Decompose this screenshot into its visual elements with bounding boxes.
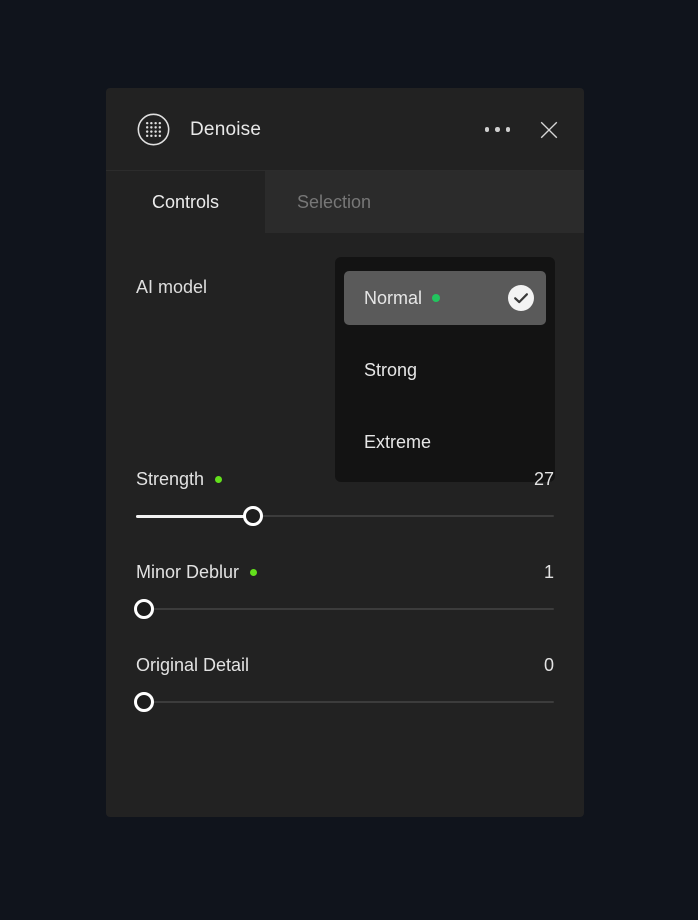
slider-original-detail-track-area[interactable] — [136, 692, 554, 712]
slider-original-detail: Original Detail 0 — [106, 655, 584, 712]
slider-strength-value: 27 — [534, 469, 554, 490]
status-dot — [250, 569, 257, 576]
tab-selection-label: Selection — [297, 192, 371, 213]
ai-model-row: AI model Normal Strong E — [106, 233, 584, 463]
more-dot — [506, 127, 511, 132]
ai-model-dropdown[interactable]: Normal Strong Extreme — [335, 257, 555, 482]
more-dot — [495, 127, 500, 132]
more-options-button[interactable] — [485, 127, 511, 132]
panel-title: Denoise — [190, 119, 261, 141]
check-circle-icon — [508, 285, 534, 311]
dropdown-option-normal[interactable]: Normal — [344, 271, 546, 325]
slider-strength-thumb[interactable] — [243, 506, 263, 526]
slider-minor-deblur-header: Minor Deblur 1 — [136, 562, 554, 583]
tab-controls-label: Controls — [152, 192, 219, 213]
slider-strength-track-area[interactable] — [136, 506, 554, 526]
dropdown-gap — [344, 397, 546, 415]
more-dot — [485, 127, 490, 132]
slider-track — [136, 701, 554, 703]
slider-strength-label: Strength — [136, 469, 204, 490]
slider-minor-deblur-thumb[interactable] — [134, 599, 154, 619]
panel-header: Denoise — [106, 88, 584, 171]
slider-strength-header: Strength 27 — [136, 469, 554, 490]
dropdown-option-normal-label: Normal — [364, 288, 422, 309]
slider-fill — [136, 515, 253, 518]
dotted-circle-icon — [136, 112, 171, 147]
status-dot — [215, 476, 222, 483]
dropdown-option-strong-label: Strong — [364, 360, 417, 381]
slider-strength: Strength 27 — [106, 469, 584, 526]
sliders-section: Strength 27 Minor Deblur 1 — [106, 463, 584, 712]
slider-minor-deblur-value: 1 — [544, 562, 554, 583]
slider-minor-deblur: Minor Deblur 1 — [106, 562, 584, 619]
slider-original-detail-label: Original Detail — [136, 655, 249, 676]
panel-tabs: Controls Selection — [106, 171, 584, 233]
panel-body: AI model Normal Strong E — [106, 233, 584, 712]
tab-selection[interactable]: Selection — [265, 171, 584, 233]
slider-track — [136, 608, 554, 610]
dropdown-gap — [344, 325, 546, 343]
denoise-panel: Denoise Controls Selection AI model Norm… — [106, 88, 584, 817]
tab-controls[interactable]: Controls — [106, 171, 265, 233]
status-dot — [432, 294, 440, 302]
slider-minor-deblur-label: Minor Deblur — [136, 562, 239, 583]
ai-model-label: AI model — [136, 277, 207, 298]
slider-original-detail-value: 0 — [544, 655, 554, 676]
slider-original-detail-header: Original Detail 0 — [136, 655, 554, 676]
dropdown-option-strong[interactable]: Strong — [344, 343, 546, 397]
dropdown-option-extreme[interactable]: Extreme — [344, 415, 546, 469]
dropdown-option-extreme-label: Extreme — [364, 432, 431, 453]
close-icon[interactable] — [538, 119, 560, 141]
slider-minor-deblur-track-area[interactable] — [136, 599, 554, 619]
slider-original-detail-thumb[interactable] — [134, 692, 154, 712]
